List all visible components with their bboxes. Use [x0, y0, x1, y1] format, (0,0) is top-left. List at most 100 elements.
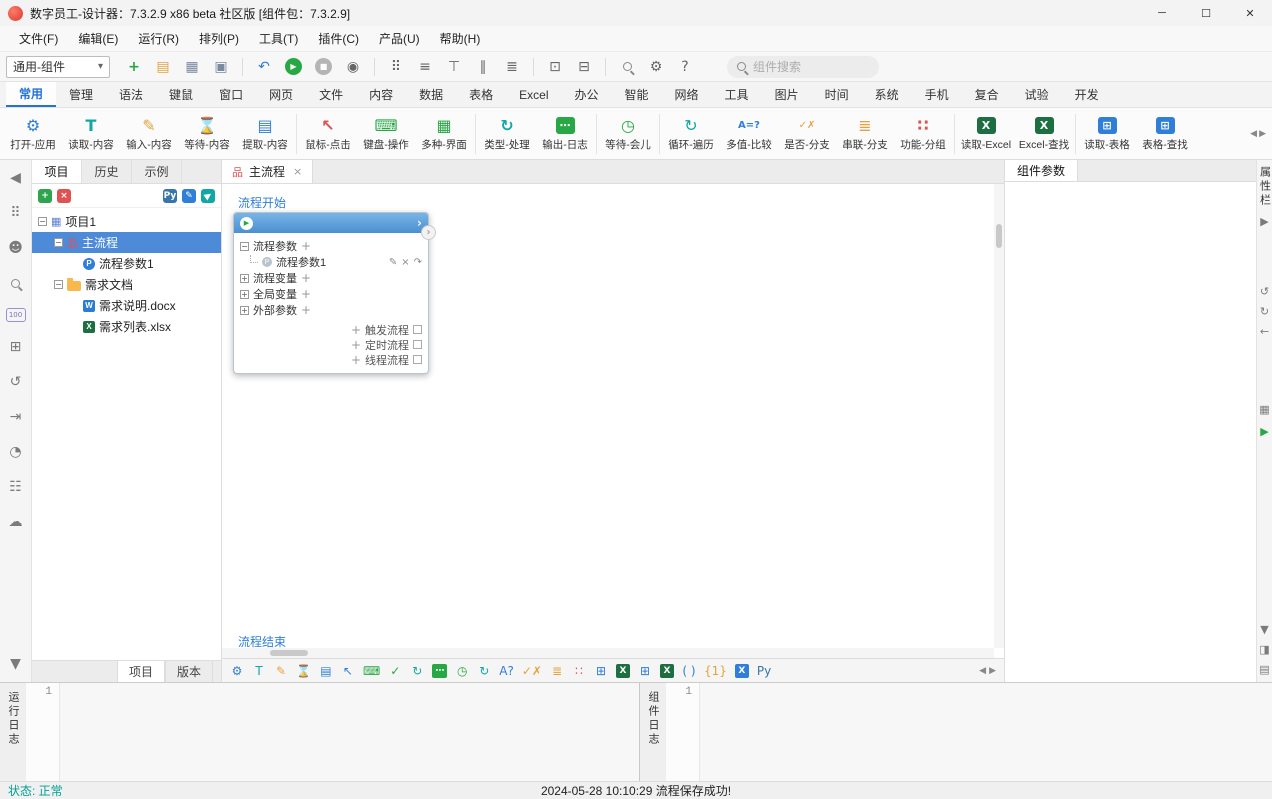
component-type-select[interactable]: 通用-组件 — [6, 56, 110, 78]
panel-side-icon[interactable]: ◨ — [1258, 642, 1272, 656]
horizontal-scroll-thumb[interactable] — [270, 650, 308, 656]
new-component-button[interactable]: + — [121, 55, 147, 79]
tree-item-word[interactable]: W需求说明.docx — [32, 295, 221, 316]
ribbon-tab-4[interactable]: 窗口 — [206, 82, 256, 107]
mini-read-content[interactable]: T — [252, 662, 266, 680]
link-checkbox[interactable] — [413, 340, 422, 349]
mini-table-find[interactable]: ⊞ — [594, 662, 608, 680]
expand-icon[interactable]: + — [240, 306, 249, 315]
add-icon[interactable]: + — [351, 323, 361, 337]
ribbon-item-input-content[interactable]: ✎输入-内容 — [120, 110, 178, 158]
layout-import-icon[interactable]: ⊞ — [6, 337, 26, 357]
capture-region-button[interactable]: ⊡ — [542, 55, 568, 79]
close-button[interactable]: ✕ — [1228, 0, 1272, 26]
redo-side-icon[interactable]: ↻ — [1258, 304, 1272, 318]
ribbon-tab-19[interactable]: 复合 — [962, 82, 1012, 107]
flow-canvas[interactable]: 流程开始 ▶ › › −流程参数+P流程参数1✎×↷+流程变量++全局变量++外… — [222, 184, 1004, 658]
tab-main-flow[interactable]: 品 主流程 × — [222, 160, 313, 183]
ribbon-tab-1[interactable]: 管理 — [56, 82, 106, 107]
mini-check[interactable]: ✓ — [388, 662, 402, 680]
link-checkbox[interactable] — [413, 325, 422, 334]
mini-braces[interactable]: {1} — [704, 662, 727, 680]
run-log-content[interactable] — [60, 683, 639, 781]
tab-close-icon[interactable]: × — [293, 165, 302, 178]
ribbon-item-table-find[interactable]: ⊞表格-查找 — [1136, 110, 1194, 158]
mini-loop[interactable]: ↻ — [477, 662, 491, 680]
components-grid-icon[interactable]: ⠿ — [6, 203, 26, 223]
undo-side-icon[interactable]: ↺ — [1258, 284, 1272, 298]
mini-parentheses[interactable]: ( ) — [682, 662, 696, 680]
canvas-horizontal-scrollbar[interactable] — [222, 648, 994, 658]
ribbon-item-read-content[interactable]: T读取-内容 — [62, 110, 120, 158]
ribbon-item-wait-content[interactable]: ⌛等待-内容 — [178, 110, 236, 158]
mini-wait-moment[interactable]: ◷ — [455, 662, 469, 680]
quick-toolbar-arrows[interactable]: ◀▶ — [979, 666, 996, 676]
component-search[interactable] — [727, 56, 879, 78]
edit-flow-button[interactable]: ✎ — [182, 189, 196, 203]
link-checkbox[interactable] — [413, 355, 422, 364]
list-icon[interactable]: ☷ — [6, 477, 26, 497]
mini-read-excel[interactable]: X — [660, 664, 674, 678]
save-all-button[interactable]: ▣ — [208, 55, 234, 79]
flow-link-row[interactable]: +定时流程 — [240, 337, 422, 352]
ribbon-tab-0[interactable]: 常用 — [6, 82, 56, 107]
sync-icon[interactable]: ↺ — [6, 372, 26, 392]
calendar-side-icon[interactable]: ▦ — [1258, 402, 1272, 416]
mini-branch[interactable]: ✓✗ — [522, 662, 542, 680]
delete-icon[interactable]: × — [401, 257, 409, 268]
ribbon-item-open-app[interactable]: ⚙打开-应用 — [4, 110, 62, 158]
ribbon-tab-16[interactable]: 时间 — [812, 82, 862, 107]
flow-param-row[interactable]: P流程参数1✎×↷ — [240, 254, 422, 270]
distribute-button[interactable]: ∥ — [470, 55, 496, 79]
add-icon[interactable]: + — [351, 338, 361, 352]
collapse-bottom-icon[interactable]: ▼ — [1258, 622, 1272, 636]
mini-extract-content[interactable]: ▤ — [319, 662, 333, 680]
redo-icon[interactable]: ↷ — [414, 257, 422, 268]
more-down-icon[interactable]: ▼ — [6, 654, 26, 674]
undo-button[interactable]: ↶ — [251, 55, 277, 79]
grid-view-button[interactable]: ⠿ — [383, 55, 409, 79]
zoom-button[interactable] — [614, 55, 640, 79]
quick-scroll-left-icon[interactable]: ◀ — [979, 666, 986, 676]
cloud-icon[interactable]: ☁ — [6, 512, 26, 532]
ribbon-tab-5[interactable]: 网页 — [256, 82, 306, 107]
menu-item-4[interactable]: 工具(T) — [250, 27, 307, 50]
ribbon-item-multi-compare[interactable]: A=?多值-比较 — [720, 110, 778, 158]
ribbon-item-loop-traverse[interactable]: ↻循环-遍历 — [662, 110, 720, 158]
ribbon-item-multi-ui[interactable]: ▦多种-界面 — [415, 110, 473, 158]
flow-link-row[interactable]: +触发流程 — [240, 322, 422, 337]
ribbon-tab-10[interactable]: Excel — [506, 82, 561, 107]
ribbon-scroll-arrows[interactable]: ◀▶ — [1250, 129, 1268, 139]
ribbon-tab-12[interactable]: 智能 — [612, 82, 662, 107]
ribbon-item-extract-content[interactable]: ▤提取-内容 — [236, 110, 294, 158]
project-bottom-tab-1[interactable]: 版本 — [165, 661, 213, 682]
tree-item-project[interactable]: −▦项目1 — [32, 211, 221, 232]
vertical-scroll-thumb[interactable] — [996, 224, 1002, 248]
flow-node-header[interactable]: ▶ › › — [234, 213, 428, 233]
settings-button[interactable]: ⚙ — [643, 55, 669, 79]
align-top-button[interactable]: ⊤ — [441, 55, 467, 79]
mini-keyboard-action[interactable]: ⌨ — [363, 662, 380, 680]
expand-icon[interactable]: + — [240, 274, 249, 283]
search-user-icon[interactable] — [6, 273, 26, 293]
add-icon[interactable]: + — [301, 303, 311, 317]
collapse-icon[interactable]: − — [240, 242, 249, 251]
edit-icon[interactable]: ✎ — [389, 257, 397, 268]
ribbon-tab-2[interactable]: 语法 — [106, 82, 156, 107]
run-side-icon[interactable]: ▶ — [1258, 424, 1272, 438]
mini-python[interactable]: Py — [757, 662, 771, 680]
mini-open-app[interactable]: ⚙ — [230, 662, 244, 680]
node-expand-icon[interactable]: › — [421, 225, 436, 240]
team-icon[interactable]: ☻ — [6, 238, 26, 258]
collapse-icon[interactable]: − — [54, 238, 63, 247]
collapse-icon[interactable]: − — [54, 280, 63, 289]
ribbon-tab-18[interactable]: 手机 — [912, 82, 962, 107]
ribbon-tab-11[interactable]: 办公 — [562, 82, 612, 107]
delete-node-button[interactable]: × — [57, 189, 71, 203]
project-tab-0[interactable]: 项目 — [32, 160, 82, 183]
play-icon[interactable]: ▶ — [240, 217, 253, 230]
ribbon-item-read-table[interactable]: ⊞读取-表格 — [1078, 110, 1136, 158]
mini-wait-content[interactable]: ⌛ — [296, 662, 311, 680]
add-icon[interactable]: + — [351, 353, 361, 367]
help-button[interactable]: ? — [672, 55, 698, 79]
